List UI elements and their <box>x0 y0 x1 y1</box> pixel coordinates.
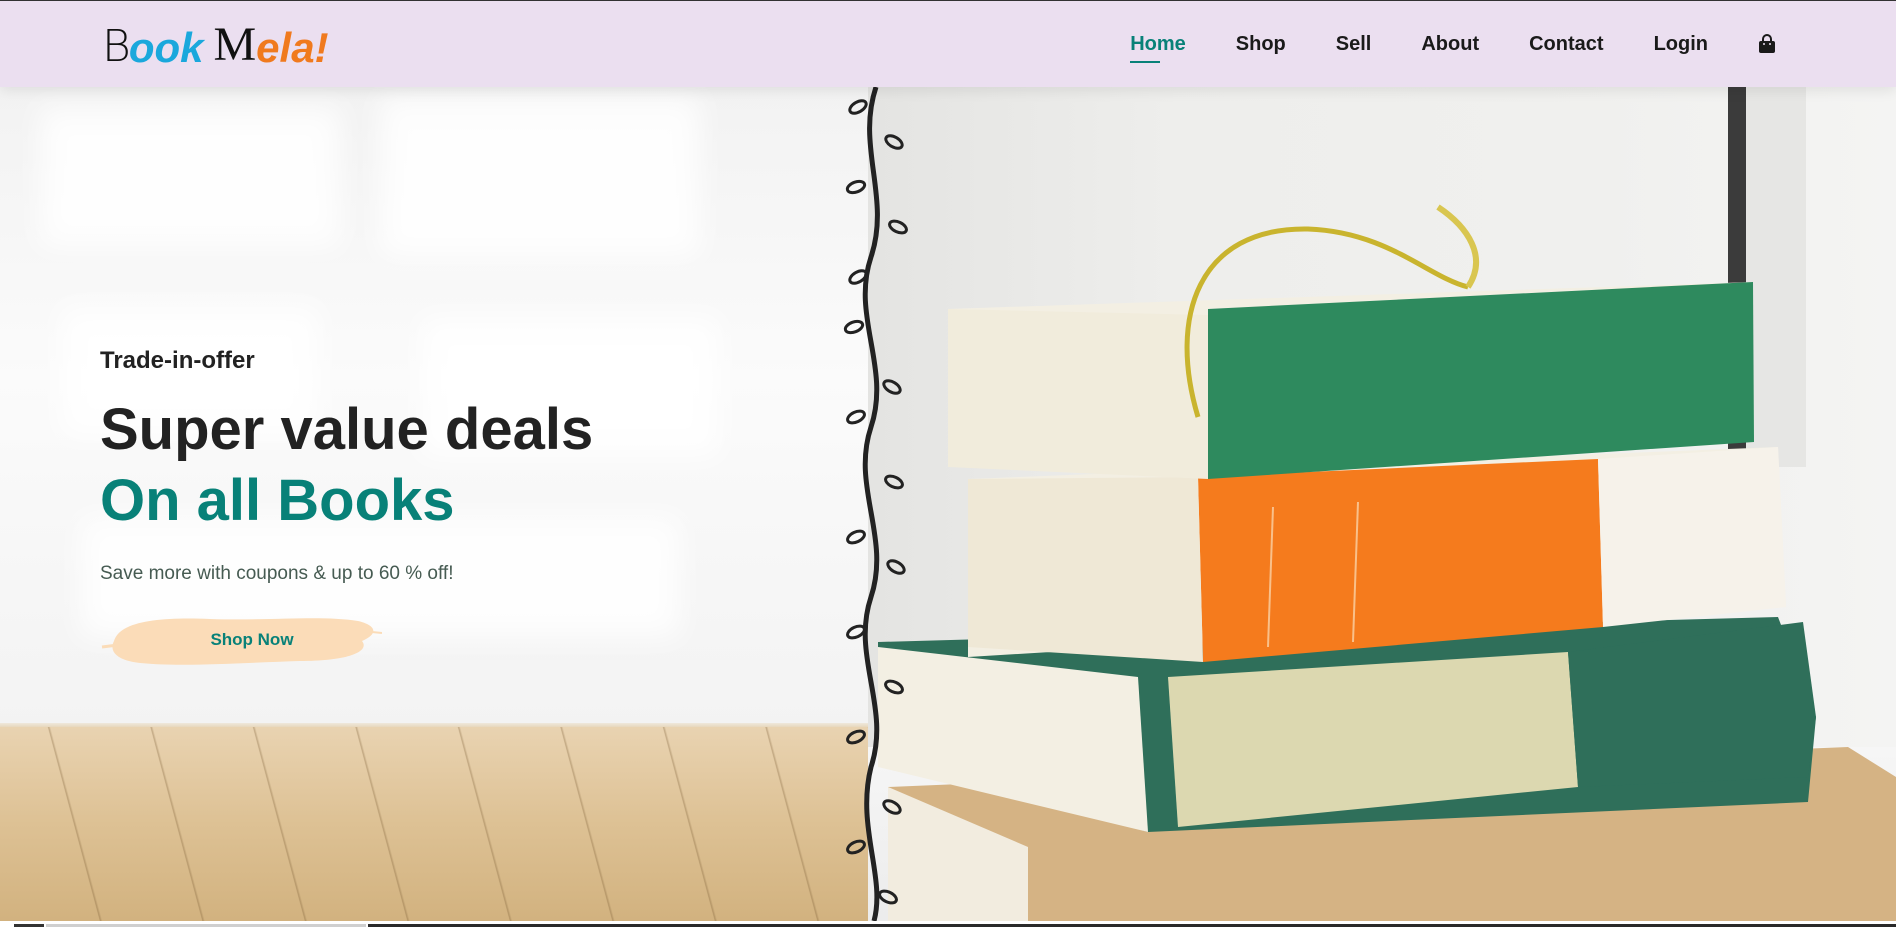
nav-item-shop[interactable]: Shop <box>1236 29 1286 60</box>
nav-item-about[interactable]: About <box>1421 29 1479 60</box>
site-header: B ook M ela! Home Shop Sell About Contac… <box>0 1 1896 87</box>
wooden-floor <box>0 727 880 921</box>
main-nav: Home Shop Sell About Contact Login <box>1080 1 1776 87</box>
shop-now-label: Shop Now <box>210 629 294 649</box>
site-logo[interactable]: B ook M ela! <box>102 19 329 69</box>
hero-headline: Super value deals <box>100 397 594 462</box>
logo-letters-ela: ela! <box>256 24 329 71</box>
nav-item-contact[interactable]: Contact <box>1529 29 1603 60</box>
logo-letter-b: B <box>102 21 131 72</box>
nav-item-login[interactable]: Login <box>1654 29 1708 60</box>
hero-text-block: Trade-in-offer Super value deals On all … <box>100 347 593 674</box>
vine-divider <box>843 87 908 921</box>
nav-item-home[interactable]: Home <box>1130 29 1186 63</box>
stack-of-books-illustration <box>878 87 1896 921</box>
logo-letter-m: M <box>213 18 257 71</box>
hero-section: Trade-in-offer Super value deals On all … <box>0 87 1896 921</box>
hero-subtext: Save more with coupons & up to 60 % off! <box>100 562 454 584</box>
logo-letters-ook: ook <box>128 24 204 71</box>
shopping-bag-icon[interactable] <box>1758 34 1776 54</box>
nav-item-sell[interactable]: Sell <box>1336 29 1372 60</box>
hero-kicker: Trade-in-offer <box>100 347 255 374</box>
shop-now-button[interactable]: Shop Now <box>100 611 382 669</box>
bottom-strip <box>0 921 1896 930</box>
hero-headline-accent: On all Books <box>100 467 455 533</box>
